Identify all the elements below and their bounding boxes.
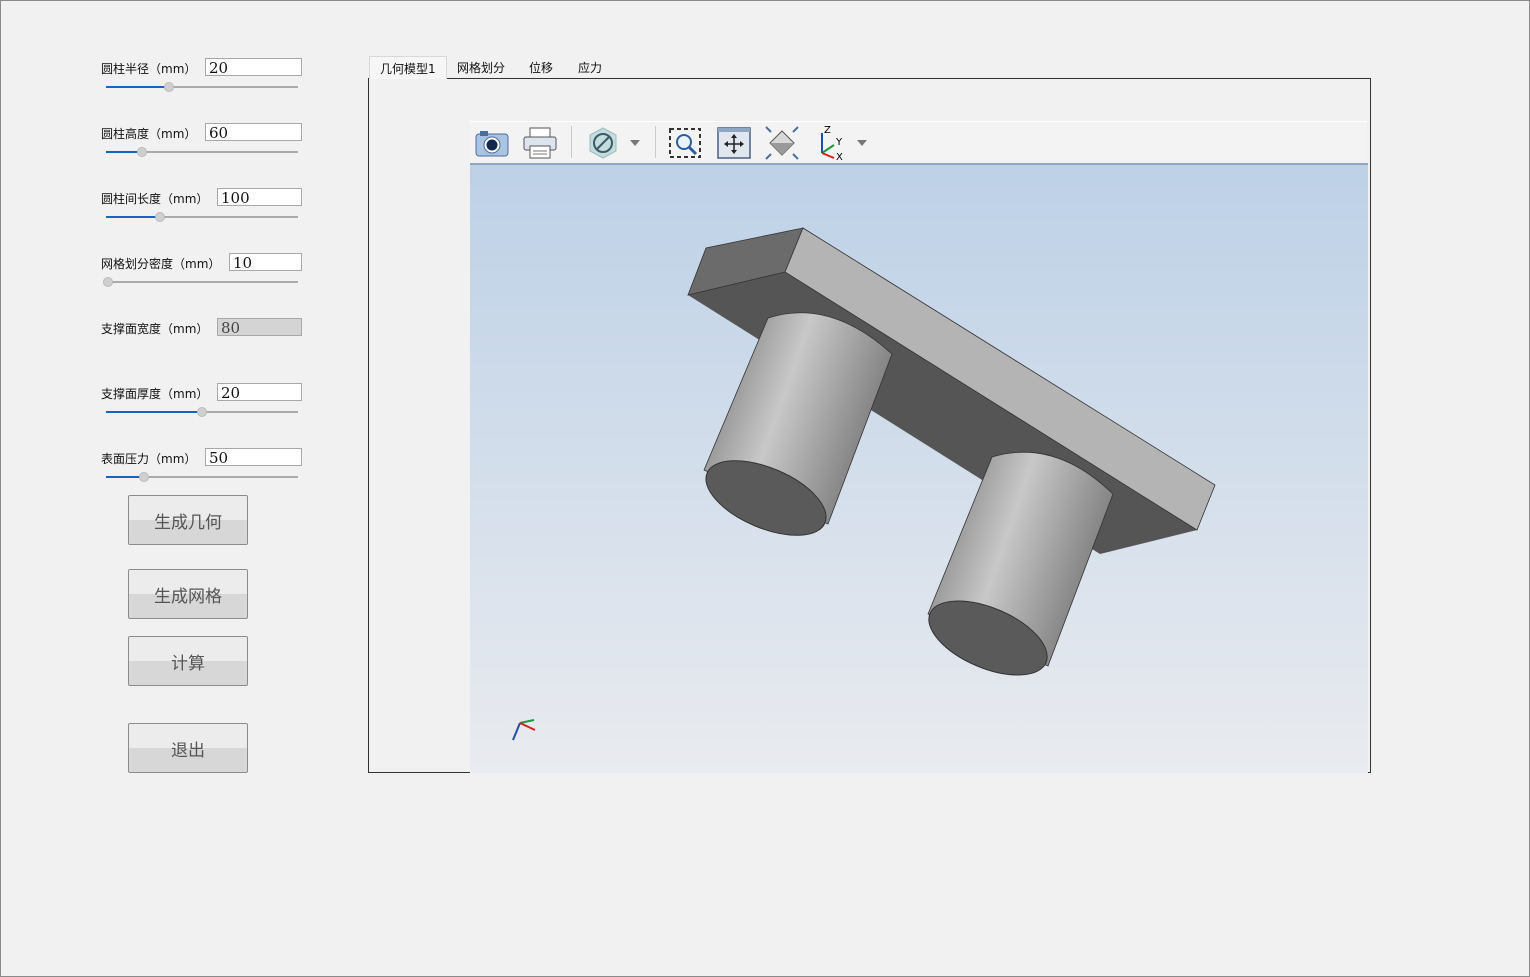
cylinder-radius-slider[interactable]: [106, 82, 298, 92]
cylinder-1: [703, 312, 893, 536]
surface-pressure-slider[interactable]: [106, 472, 298, 482]
tab-geometry-model[interactable]: 几何模型1: [369, 56, 447, 79]
label-cylinder-spacing: 圆柱间长度（mm）: [101, 192, 209, 206]
mesh-density-input[interactable]: 10: [229, 253, 302, 272]
pan-icon[interactable]: [716, 125, 752, 161]
label-support-thickness: 支撑面厚度（mm）: [101, 387, 209, 401]
cylinder-radius-input[interactable]: 20: [205, 58, 302, 77]
generate-mesh-button[interactable]: 生成网格: [128, 569, 248, 619]
cylinder-height-input[interactable]: 60: [205, 123, 302, 142]
tab-displacement[interactable]: 位移: [519, 56, 563, 78]
display-mode-icon[interactable]: [585, 125, 621, 161]
label-cylinder-radius: 圆柱半径（mm）: [101, 62, 197, 76]
surface-pressure-input[interactable]: 50: [205, 448, 302, 467]
print-icon[interactable]: [522, 125, 558, 161]
cylinder-height-slider[interactable]: [106, 147, 298, 157]
3d-viewport[interactable]: [470, 163, 1368, 773]
camera-icon[interactable]: [474, 125, 510, 161]
label-cylinder-height: 圆柱高度（mm）: [101, 127, 197, 141]
axis-x-label: X: [836, 152, 843, 161]
exit-button[interactable]: 退出: [128, 723, 248, 773]
compute-button[interactable]: 计算: [128, 636, 248, 686]
label-surface-pressure: 表面压力（mm）: [101, 452, 197, 466]
fit-all-icon[interactable]: [764, 125, 800, 161]
viewer-toolbar: ZYX: [470, 121, 1367, 162]
support-thickness-slider[interactable]: [106, 407, 298, 417]
label-mesh-density: 网格划分密度（mm）: [101, 257, 221, 271]
axis-y-label: Y: [835, 137, 843, 148]
cylinder-spacing-input[interactable]: 100: [217, 188, 302, 207]
cylinder-2: [927, 451, 1114, 676]
mesh-density-slider[interactable]: [102, 277, 298, 287]
axis-triad: [512, 719, 536, 741]
support-thickness-input[interactable]: 20: [217, 383, 302, 402]
zoom-box-icon[interactable]: [667, 125, 703, 161]
axis-z-label: Z: [824, 125, 831, 136]
3d-model: [512, 227, 1216, 741]
label-support-width: 支撑面宽度（mm）: [101, 322, 209, 336]
tab-meshing[interactable]: 网格划分: [447, 56, 515, 78]
axes-icon[interactable]: ZYX: [814, 125, 850, 161]
tab-stress[interactable]: 应力: [568, 56, 612, 78]
generate-geometry-button[interactable]: 生成几何: [128, 495, 248, 545]
cylinder-spacing-slider[interactable]: [106, 212, 298, 222]
display-mode-dropdown-icon[interactable]: [620, 125, 650, 161]
axes-dropdown-icon[interactable]: [850, 125, 874, 161]
support-width-input: 80: [217, 318, 302, 337]
